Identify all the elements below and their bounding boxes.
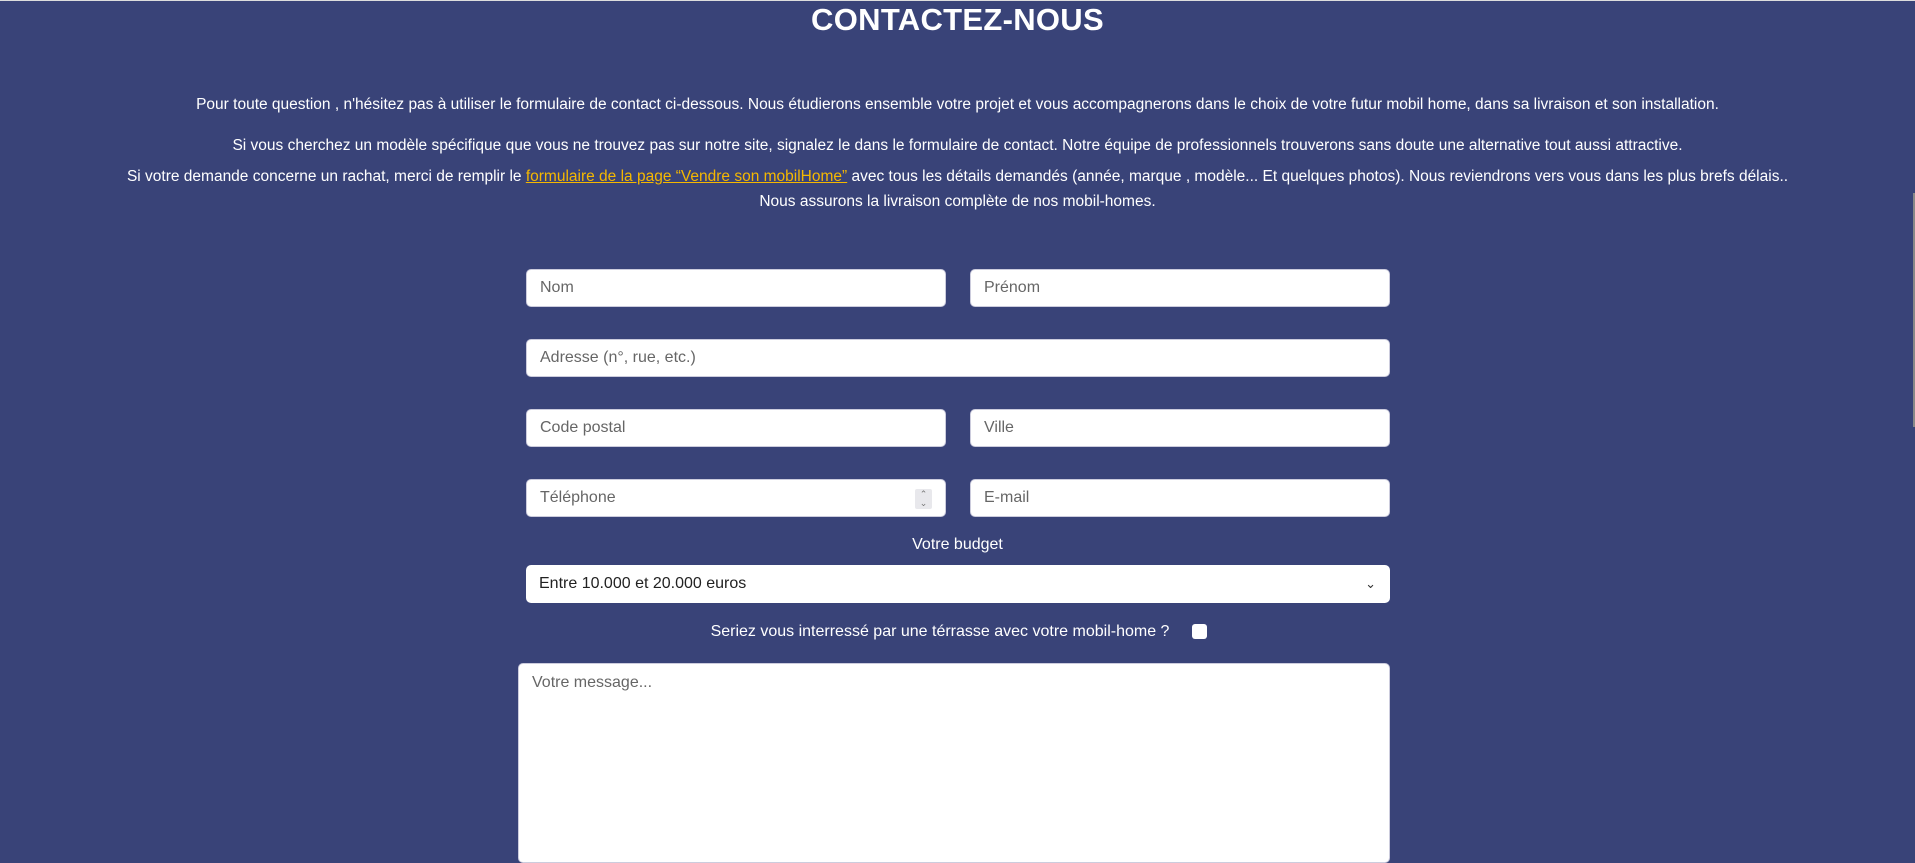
budget-select[interactable]: Entre 10.000 et 20.000 euros ⌄ [526,565,1390,603]
message-textarea[interactable] [518,663,1390,863]
top-border [0,0,1915,1]
intro-paragraph-3: Si votre demande concerne un rachat, mer… [0,168,1915,186]
terrasse-label: Seriez vous interressé par une térrasse … [710,623,1170,640]
sell-page-link[interactable]: formulaire de la page “Vendre son mobilH… [526,168,847,185]
intro-text: Si votre demande concerne un rachat, mer… [126,168,526,185]
prenom-input[interactable] [970,269,1390,307]
intro-paragraph-2: Si vous cherchez un modèle spécifique qu… [232,137,1683,154]
code-postal-input[interactable] [526,409,946,447]
budget-label: Votre budget [912,536,1003,553]
budget-selected-value: Entre 10.000 et 20.000 euros [539,575,747,592]
number-spinner-icon[interactable]: ⌃ ⌄ [915,489,932,509]
intro-text: avec tous les détails demandés (année, m… [847,168,1789,185]
adresse-input[interactable] [526,339,1390,377]
chevron-down-icon: ⌄ [1365,576,1376,591]
ville-input[interactable] [970,409,1390,447]
telephone-input[interactable] [526,479,946,517]
page-title: CONTACTEZ-NOUS [811,2,1104,37]
intro-paragraph-1: Pour toute question , n'hésitez pas à ut… [196,96,1719,113]
intro-paragraph-4: Nous assurons la livraison complète de n… [759,193,1156,210]
terrasse-checkbox[interactable] [1192,624,1207,639]
email-input[interactable] [970,479,1390,517]
nom-input[interactable] [526,269,946,307]
